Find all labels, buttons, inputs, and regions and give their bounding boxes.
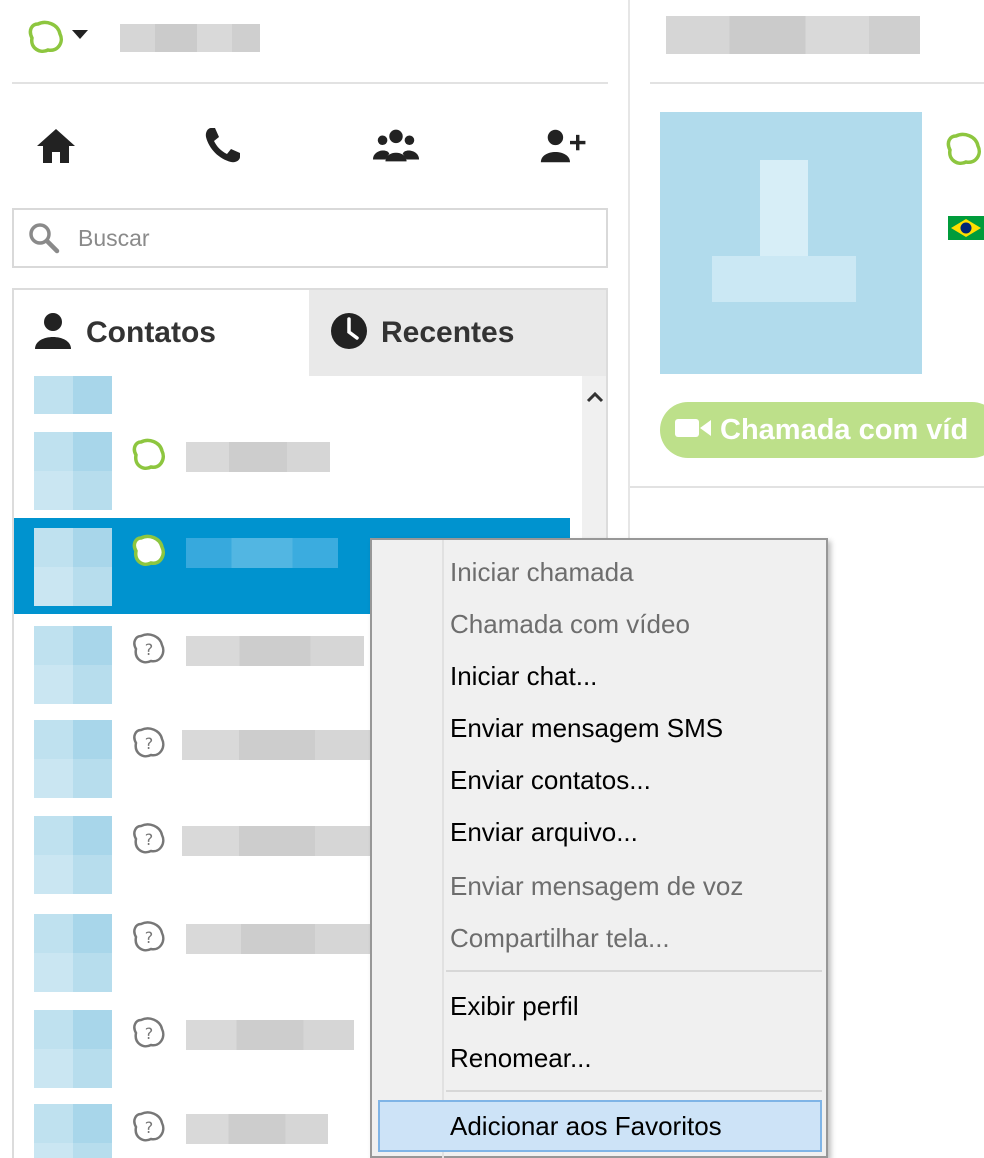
tab-contacts-label: Contatos	[86, 316, 216, 349]
menu-item-start-call[interactable]: Iniciar chamada	[450, 548, 634, 596]
svg-text:?: ?	[145, 830, 154, 849]
avatar	[34, 528, 112, 606]
contact-name-redacted	[186, 442, 330, 472]
search-box[interactable]	[12, 208, 608, 268]
svg-text:?: ?	[145, 1024, 154, 1043]
menu-separator	[446, 970, 822, 972]
phone-icon[interactable]	[198, 122, 246, 170]
menu-item-send-file[interactable]: Enviar arquivo...	[450, 808, 638, 856]
unknown-status-icon: ?	[132, 1110, 166, 1144]
menu-item-send-sms[interactable]: Enviar mensagem SMS	[450, 704, 723, 752]
contact-name-redacted	[186, 924, 370, 954]
context-menu: Iniciar chamada Chamada com vídeo Inicia…	[370, 538, 828, 1158]
menu-item-rename[interactable]: Renomear...	[450, 1034, 592, 1082]
tab-contacts[interactable]: Contatos	[12, 288, 309, 376]
unknown-status-icon: ?	[132, 920, 166, 954]
tab-recent[interactable]: Recentes	[309, 288, 608, 376]
list-item[interactable]	[14, 376, 570, 454]
svg-text:?: ?	[145, 1118, 154, 1137]
profile-name-redacted	[120, 24, 260, 52]
conversation-title-redacted	[666, 16, 920, 54]
svg-text:?: ?	[145, 734, 154, 753]
video-camera-icon	[674, 416, 712, 444]
avatar	[34, 432, 112, 510]
menu-item-video-call[interactable]: Chamada com vídeo	[450, 600, 690, 648]
online-status-icon	[946, 132, 982, 166]
svg-text:?: ?	[145, 928, 154, 947]
video-call-label: Chamada com víd	[720, 413, 969, 446]
profile-picture	[660, 112, 922, 374]
contact-name-redacted	[186, 636, 364, 666]
group-icon[interactable]	[372, 122, 420, 170]
person-icon	[32, 311, 74, 355]
menu-item-send-contacts[interactable]: Enviar contatos...	[450, 756, 651, 804]
contact-name-redacted	[182, 826, 372, 856]
avatar	[34, 376, 112, 454]
scroll-up-icon[interactable]	[582, 384, 606, 410]
contact-name-redacted	[186, 1020, 354, 1050]
menu-item-share-screen[interactable]: Compartilhar tela...	[450, 914, 670, 962]
menu-item-start-chat[interactable]: Iniciar chat...	[450, 652, 597, 700]
contact-name-redacted	[182, 730, 372, 760]
search-icon	[28, 222, 60, 254]
menu-item-view-profile[interactable]: Exibir perfil	[450, 982, 579, 1030]
skype-status-icon[interactable]	[28, 20, 64, 54]
menu-item-add-to-favorites[interactable]: Adicionar aos Favoritos	[450, 1102, 722, 1150]
status-dropdown-caret-icon[interactable]	[72, 30, 88, 39]
video-call-button[interactable]: Chamada com víd	[660, 402, 984, 458]
menu-separator	[446, 1090, 822, 1092]
avatar	[34, 816, 112, 894]
unknown-status-icon: ?	[132, 1016, 166, 1050]
online-status-icon	[132, 438, 166, 472]
list-item[interactable]	[14, 422, 570, 518]
unknown-status-icon: ?	[132, 726, 166, 760]
svg-text:?: ?	[145, 640, 154, 659]
avatar	[34, 1010, 112, 1088]
tab-recent-label: Recentes	[381, 316, 515, 349]
brazil-flag-icon	[948, 216, 984, 240]
top-divider	[12, 82, 608, 84]
unknown-status-icon: ?	[132, 632, 166, 666]
right-top-divider	[650, 82, 984, 84]
clock-icon	[329, 311, 369, 355]
avatar	[34, 720, 112, 798]
avatar	[34, 914, 112, 992]
right-section-divider	[630, 486, 984, 488]
contact-name-redacted	[186, 1114, 328, 1144]
unknown-status-icon: ?	[132, 822, 166, 856]
avatar	[34, 1104, 112, 1158]
avatar	[34, 626, 112, 704]
skype-window: Contatos Recentes	[0, 0, 984, 1158]
home-icon[interactable]	[32, 122, 80, 170]
menu-item-send-voice-message[interactable]: Enviar mensagem de voz	[450, 862, 743, 910]
online-status-icon	[132, 534, 166, 568]
add-contact-icon[interactable]	[540, 122, 588, 170]
contact-name-redacted	[186, 538, 338, 568]
menu-gutter-divider	[442, 540, 444, 1158]
search-input[interactable]	[78, 220, 588, 256]
